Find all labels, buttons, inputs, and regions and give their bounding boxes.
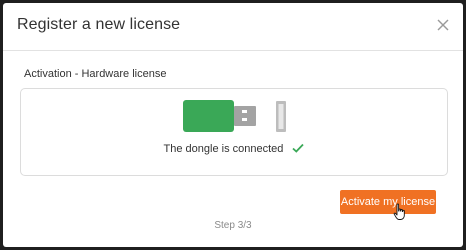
dialog-header: Register a new license [3, 3, 463, 51]
section-label: Activation - Hardware license [24, 68, 167, 80]
dialog-title: Register a new license [17, 16, 181, 33]
register-license-dialog: Register a new license Activation - Hard… [3, 3, 463, 247]
status-line: The dongle is connected [21, 143, 447, 155]
close-button[interactable] [435, 17, 451, 33]
dongle-status-panel: The dongle is connected [20, 88, 448, 176]
status-text: The dongle is connected [163, 143, 284, 155]
step-indicator: Step 3/3 [214, 220, 252, 231]
usb-dongle-icon [183, 100, 286, 132]
close-icon [437, 19, 449, 31]
checkmark-icon [292, 143, 305, 153]
activate-license-button[interactable]: Activate my license [340, 190, 436, 214]
